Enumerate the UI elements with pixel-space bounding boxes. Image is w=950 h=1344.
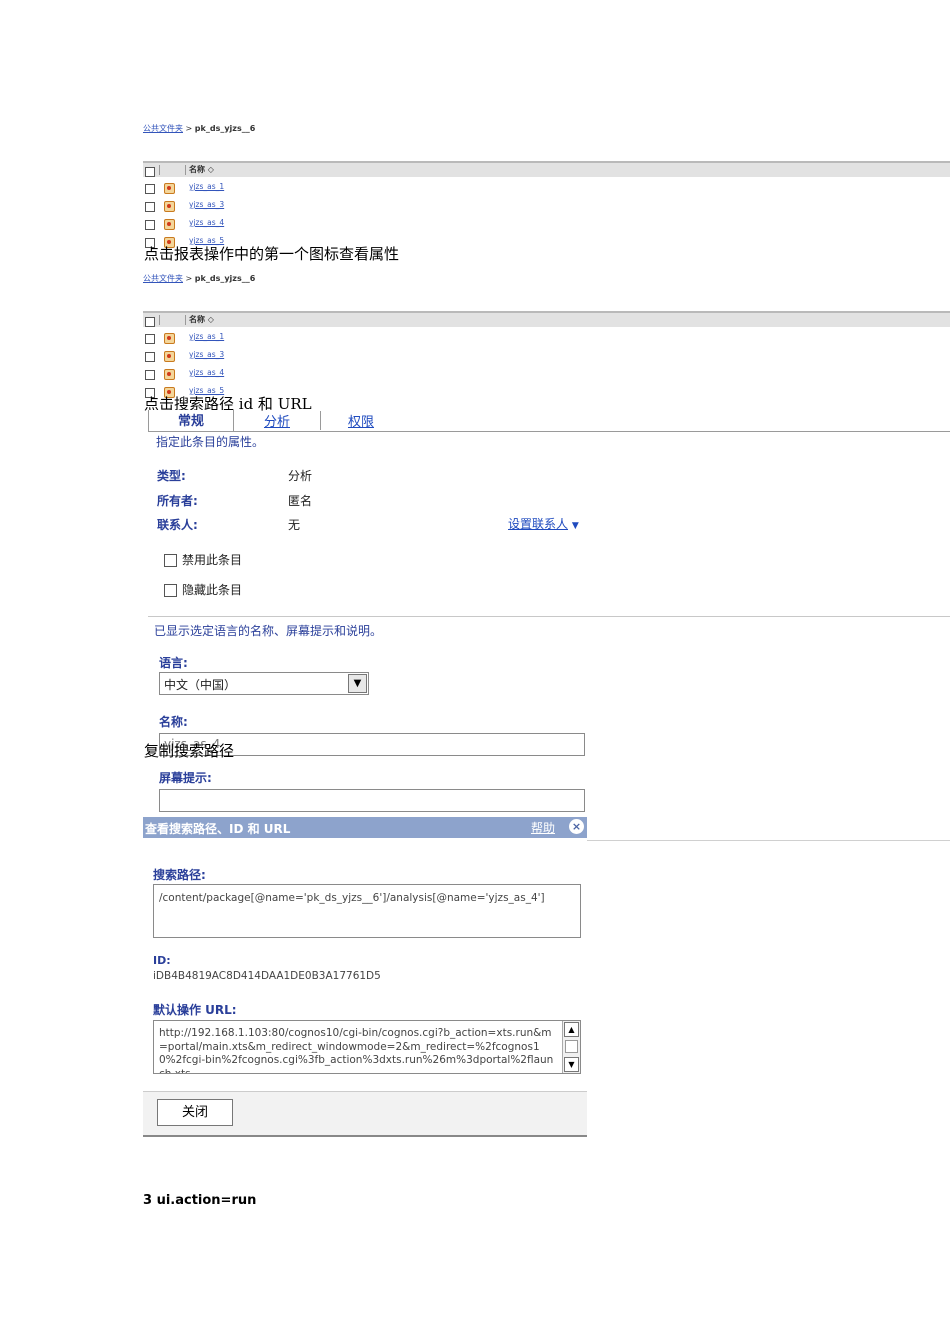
scroll-thumb[interactable] [565,1040,578,1053]
analysis-icon [164,333,175,344]
list-item: yjzs_as_4 [143,366,443,384]
analysis-icon [164,369,175,380]
row-checkbox[interactable] [145,334,155,344]
search-path-value: /content/package[@name='pk_ds_yjzs__6']/… [159,892,545,904]
tab-permissions[interactable]: 权限 [326,411,396,430]
scroll-down-icon[interactable]: ▼ [564,1057,579,1072]
item-link[interactable]: yjzs_as_4 [189,368,224,377]
list-body: yjzs_as_1 yjzs_as_3 yjzs_as_4 yjzs_as_5 [143,330,443,402]
caption-view-properties: 点击报表操作中的第一个图标查看属性 [144,245,400,263]
hide-item-label: 隐藏此条目 [182,583,243,597]
row-checkbox[interactable] [145,184,155,194]
breadcrumb-current: pk_ds_yjzs__6 [194,274,256,283]
analysis-icon [164,201,175,212]
list-item: yjzs_as_1 [143,180,443,198]
breadcrumb-sep: > [183,274,195,283]
search-path-field[interactable]: /content/package[@name='pk_ds_yjzs__6']/… [153,884,581,938]
column-name-header[interactable]: 名称 ◇ [189,164,214,175]
breadcrumb-root-link[interactable]: 公共文件夹 [143,124,183,133]
dialog-divider [587,840,950,841]
type-label: 类型: [157,469,186,483]
language-selected-value: 中文（中国） [164,678,237,692]
item-link[interactable]: yjzs_as_4 [189,218,224,227]
row-checkbox[interactable] [145,220,155,230]
tab-analysis-link[interactable]: 分析 [264,415,290,430]
contact-value: 无 [288,518,301,532]
dropdown-arrow-icon: ▼ [571,521,579,531]
url-textarea[interactable]: http://192.168.1.103:80/cognos10/cgi-bin… [153,1020,581,1074]
tab-permissions-link[interactable]: 权限 [348,415,374,430]
list-item: yjzs_as_4 [143,216,443,234]
id-label: ID: [153,954,171,967]
disable-item-option[interactable]: 禁用此条目 [164,551,242,568]
row-checkbox[interactable] [145,370,155,380]
language-note: 已显示选定语言的名称、屏幕提示和说明。 [154,624,383,638]
tab-analysis[interactable]: 分析 [234,411,321,430]
scroll-up-icon[interactable]: ▲ [564,1022,579,1037]
list-header: 名称 ◇ [143,161,950,177]
dialog-title-bar: 查看搜索路径、ID 和 URL 帮助 × [143,817,587,838]
tooltip-input[interactable] [159,789,585,812]
analysis-icon [164,351,175,362]
dialog-footer: 关闭 [143,1091,587,1137]
tooltip-label: 屏幕提示: [159,771,212,785]
section-divider [148,616,950,617]
column-name-header[interactable]: 名称 ◇ [189,314,214,325]
breadcrumb: 公共文件夹 > pk_ds_yjzs__6 [143,273,255,284]
disable-item-checkbox[interactable] [164,554,177,567]
hide-item-option[interactable]: 隐藏此条目 [164,581,242,598]
analysis-icon [164,219,175,230]
select-all-checkbox[interactable] [145,167,155,177]
breadcrumb: 公共文件夹 > pk_ds_yjzs__6 [143,123,255,134]
list-item: yjzs_as_3 [143,348,443,366]
owner-label: 所有者: [157,494,198,508]
language-label: 语言: [159,656,188,670]
properties-tabs: 常规 分析 权限 [148,410,950,432]
url-value: http://192.168.1.103:80/cognos10/cgi-bin… [159,1027,554,1074]
hide-item-checkbox[interactable] [164,584,177,597]
select-all-checkbox[interactable] [145,317,155,327]
properties-description: 指定此条目的属性。 [156,435,265,449]
breadcrumb-current: pk_ds_yjzs__6 [194,124,256,133]
item-link[interactable]: yjzs_as_3 [189,200,224,209]
list-item: yjzs_as_1 [143,330,443,348]
item-link[interactable]: yjzs_as_3 [189,350,224,359]
row-checkbox[interactable] [145,352,155,362]
breadcrumb-sep: > [183,124,195,133]
set-contact-link[interactable]: 设置联系人 ▼ [508,515,579,532]
help-link[interactable]: 帮助 [531,819,555,836]
close-button[interactable]: 关闭 [157,1099,233,1126]
caption-copy-search-path: 复制搜索路径 [144,742,235,760]
url-label: 默认操作 URL: [153,1003,237,1017]
set-contact-text[interactable]: 设置联系人 [508,517,568,531]
close-icon[interactable]: × [569,819,584,834]
item-link[interactable]: yjzs_as_1 [189,332,224,341]
owner-value: 匿名 [288,494,313,508]
footer-text: 3 ui.action=run [143,1193,257,1208]
list-header: 名称 ◇ [143,311,950,327]
chevron-down-icon[interactable]: ▼ [348,674,367,693]
language-select[interactable]: 中文（中国） ▼ [159,672,369,695]
contact-label: 联系人: [157,518,198,532]
analysis-icon [164,183,175,194]
search-path-label: 搜索路径: [153,868,206,882]
item-link[interactable]: yjzs_as_1 [189,182,224,191]
id-value: iDB4B4819AC8D414DAA1DE0B3A17761D5 [153,970,381,982]
type-value: 分析 [288,469,313,483]
list-item: yjzs_as_3 [143,198,443,216]
dialog-title: 查看搜索路径、ID 和 URL [145,822,291,836]
breadcrumb-root-link[interactable]: 公共文件夹 [143,274,183,283]
row-checkbox[interactable] [145,202,155,212]
disable-item-label: 禁用此条目 [182,553,243,567]
list-body: yjzs_as_1 yjzs_as_3 yjzs_as_4 yjzs_as_5 [143,180,443,252]
tab-general[interactable]: 常规 [148,410,234,431]
url-scrollbar[interactable]: ▲ ▼ [562,1021,580,1073]
name-label: 名称: [159,715,188,729]
